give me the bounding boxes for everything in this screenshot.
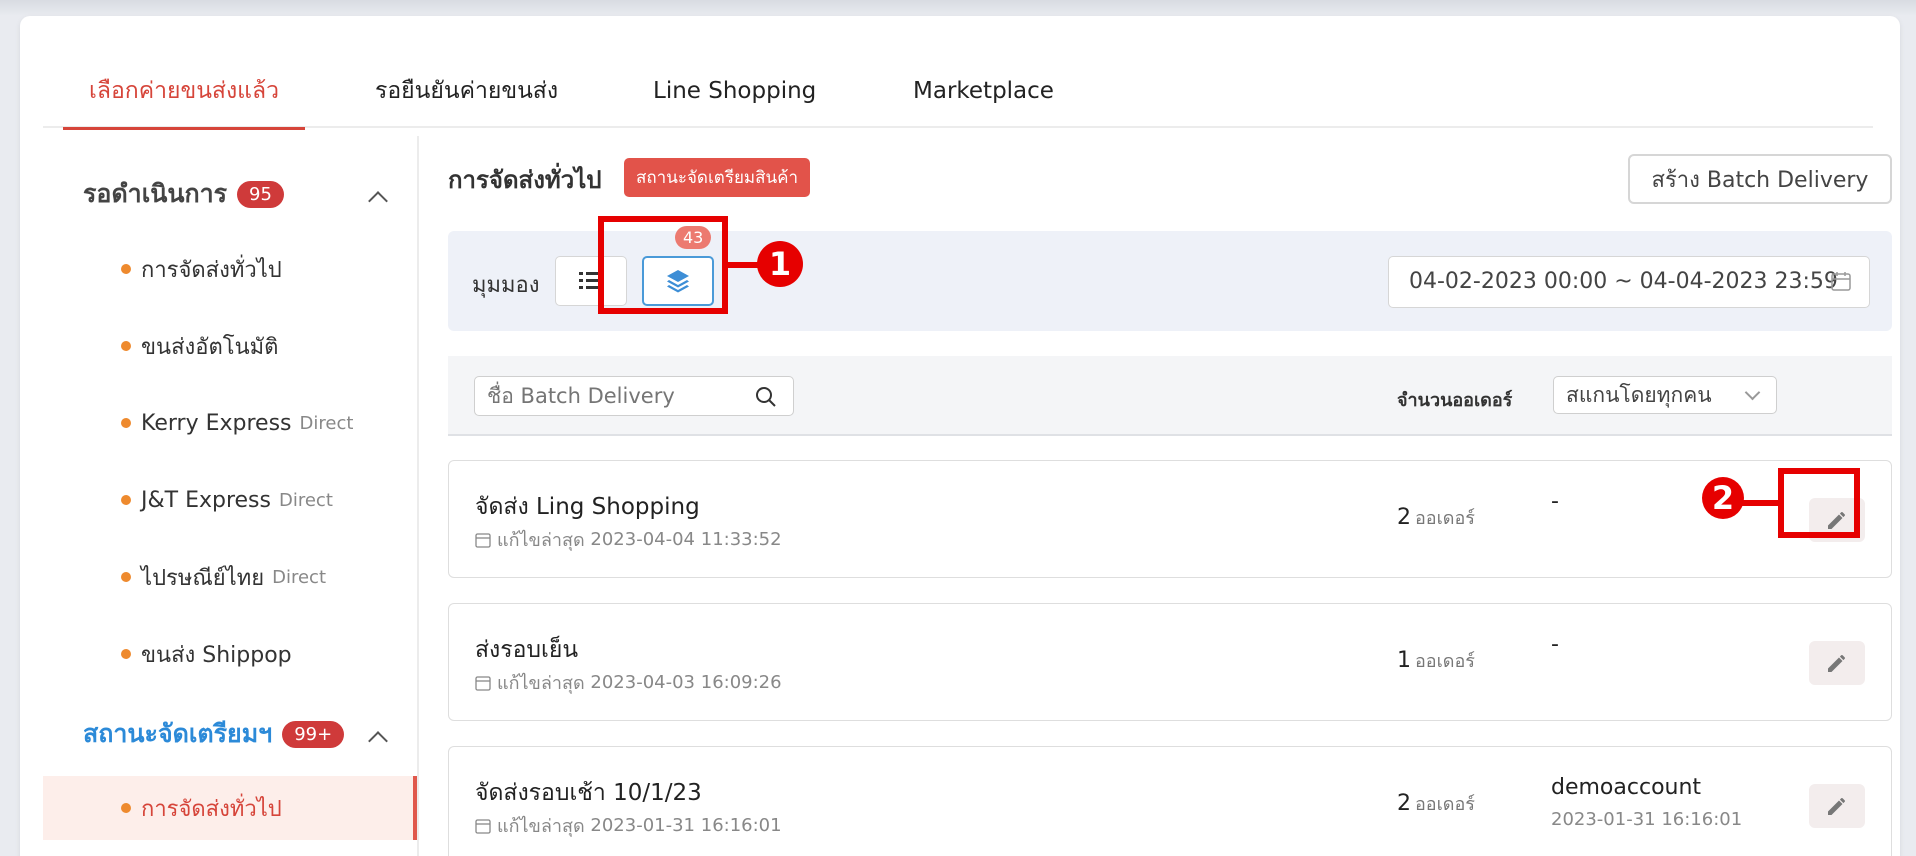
sidebar-group-preparing[interactable]: สถานะจัดเตรียมฯ 99+ bbox=[83, 714, 345, 754]
tab-awaiting-carrier[interactable]: รอยืนยันค่ายขนส่ง bbox=[375, 60, 558, 128]
dot-icon bbox=[121, 495, 131, 505]
edit-button[interactable] bbox=[1809, 784, 1865, 828]
sidebar-group-label: รอดำเนินการ bbox=[83, 179, 228, 208]
annotation-line-2 bbox=[1742, 500, 1778, 506]
batch-updated: แก้ไขล่าสุด 2023-04-03 16:09:26 bbox=[475, 668, 782, 697]
sidebar-item-sub: Direct bbox=[278, 489, 333, 511]
scan-by-select[interactable]: สแกนโดยทุกคน bbox=[1553, 376, 1777, 414]
sidebar-item-label: ขนส่งอัตโนมัติ bbox=[141, 334, 279, 360]
updated-time: 2023-01-31 16:16:01 bbox=[590, 815, 782, 836]
scanned-by-time: 2023-01-31 16:16:01 bbox=[1551, 809, 1743, 830]
sidebar-item-label: J&T Express bbox=[141, 487, 271, 513]
edit-button[interactable] bbox=[1809, 641, 1865, 685]
chevron-down-icon bbox=[1744, 384, 1761, 401]
view-label: มุมมอง bbox=[472, 273, 540, 298]
scan-by-value: สแกนโดยทุกคน bbox=[1566, 383, 1712, 407]
scanned-by: - bbox=[1551, 489, 1559, 514]
sidebar-item-sub: Direct bbox=[299, 412, 354, 434]
sidebar-item-label: การจัดส่งทั่วไป bbox=[141, 257, 282, 283]
updated-prefix: แก้ไขล่าสุด bbox=[497, 816, 585, 837]
sidebar-group-pending[interactable]: รอดำเนินการ 95 bbox=[83, 174, 284, 214]
status-badge: สถานะจัดเตรียมสินค้า bbox=[624, 158, 811, 197]
table-row[interactable]: ส่งรอบเย็น แก้ไขล่าสุด 2023-04-03 16:09:… bbox=[448, 603, 1892, 721]
calendar-icon bbox=[475, 818, 491, 834]
pencil-icon bbox=[1828, 655, 1845, 672]
batch-name: จัดส่ง Ling Shopping bbox=[475, 494, 700, 520]
sidebar-item-general[interactable]: การจัดส่งทั่วไป bbox=[43, 237, 417, 301]
create-batch-button[interactable]: สร้าง Batch Delivery bbox=[1628, 154, 1892, 204]
main-card: เลือกค่ายขนส่งแล้ว รอยืนยันค่ายขนส่ง Lin… bbox=[20, 16, 1900, 856]
date-range-value: 04-02-2023 00:00 ~ 04-04-2023 23:59 bbox=[1409, 269, 1838, 294]
order-count: 2 ออเดอร์ bbox=[1397, 789, 1475, 818]
pending-count-badge: 95 bbox=[237, 180, 284, 208]
batch-name: จัดส่งรอบเช้า 10/1/23 bbox=[475, 780, 702, 806]
calendar-icon bbox=[1831, 272, 1851, 291]
search-input[interactable] bbox=[475, 377, 745, 415]
sidebar-item-auto[interactable]: ขนส่งอัตโนมัติ bbox=[43, 314, 417, 378]
annotation-number-1: 1 bbox=[757, 241, 803, 287]
chevron-up-icon[interactable] bbox=[368, 191, 388, 211]
calendar-icon bbox=[475, 532, 491, 548]
chevron-up-icon[interactable] bbox=[368, 731, 388, 751]
order-count-value: 2 bbox=[1397, 791, 1411, 816]
annotation-box-2 bbox=[1778, 468, 1860, 538]
tab-marketplace[interactable]: Marketplace bbox=[913, 60, 1054, 128]
sidebar-item-sub: Direct bbox=[272, 566, 327, 588]
order-count-label: จำนวนออเดอร์ bbox=[1397, 390, 1513, 411]
dot-icon bbox=[121, 264, 131, 274]
tab-line-shopping[interactable]: Line Shopping bbox=[653, 60, 816, 128]
dot-icon bbox=[121, 418, 131, 428]
batch-updated: แก้ไขล่าสุด 2023-04-04 11:33:52 bbox=[475, 525, 782, 554]
batch-name: ส่งรอบเย็น bbox=[475, 637, 579, 663]
order-unit: ออเดอร์ bbox=[1415, 651, 1475, 672]
order-count: 2 ออเดอร์ bbox=[1397, 503, 1475, 532]
annotation-number-2: 2 bbox=[1702, 477, 1744, 519]
order-unit: ออเดอร์ bbox=[1415, 794, 1475, 815]
preparing-count-badge: 99+ bbox=[282, 720, 345, 748]
search-icon[interactable] bbox=[755, 386, 777, 408]
updated-time: 2023-04-03 16:09:26 bbox=[590, 672, 782, 693]
sidebar-item-thaipost[interactable]: ไปรษณีย์ไทย Direct bbox=[43, 545, 417, 609]
sidebar-item-label: ขนส่ง Shippop bbox=[141, 642, 292, 668]
pencil-icon bbox=[1828, 798, 1845, 815]
sidebar-item-label: ไปรษณีย์ไทย bbox=[141, 565, 265, 591]
page-title: การจัดส่งทั่วไป bbox=[448, 166, 602, 194]
sidebar: รอดำเนินการ 95 การจัดส่งทั่วไป ขนส่งอัตโ… bbox=[43, 136, 419, 856]
updated-prefix: แก้ไขล่าสุด bbox=[497, 673, 585, 694]
table-row[interactable]: จัดส่งรอบเช้า 10/1/23 แก้ไขล่าสุด 2023-0… bbox=[448, 746, 1892, 856]
sidebar-item-general-active[interactable]: การจัดส่งทั่วไป bbox=[43, 776, 417, 840]
dot-icon bbox=[121, 803, 131, 813]
sidebar-item-label: การจัดส่งทั่วไป bbox=[141, 796, 282, 822]
sidebar-item-jt[interactable]: J&T Express Direct bbox=[43, 468, 417, 532]
batch-updated: แก้ไขล่าสุด 2023-01-31 16:16:01 bbox=[475, 811, 782, 840]
updated-prefix: แก้ไขล่าสุด bbox=[497, 530, 585, 551]
scanned-by: - bbox=[1551, 632, 1559, 657]
filter-bar: จำนวนออเดอร์ สแกนโดยทุกคน bbox=[448, 356, 1892, 436]
updated-time: 2023-04-04 11:33:52 bbox=[590, 529, 782, 550]
dot-icon bbox=[121, 341, 131, 351]
tab-selected-carrier[interactable]: เลือกค่ายขนส่งแล้ว bbox=[62, 60, 306, 130]
sidebar-item-kerry[interactable]: Kerry Express Direct bbox=[43, 391, 417, 455]
annotation-box-1 bbox=[598, 216, 728, 314]
table-row[interactable]: จัดส่ง Ling Shopping แก้ไขล่าสุด 2023-04… bbox=[448, 460, 1892, 578]
dot-icon bbox=[121, 572, 131, 582]
search-box bbox=[474, 376, 794, 416]
order-count: 1 ออเดอร์ bbox=[1397, 646, 1475, 675]
sidebar-group-label: สถานะจัดเตรียมฯ bbox=[83, 719, 273, 748]
sidebar-item-label: Kerry Express bbox=[141, 410, 292, 436]
sidebar-item-shippop[interactable]: ขนส่ง Shippop bbox=[43, 622, 417, 686]
scanned-by: demoaccount bbox=[1551, 775, 1702, 800]
calendar-icon bbox=[475, 675, 491, 691]
top-tabs: เลือกค่ายขนส่งแล้ว รอยืนยันค่ายขนส่ง Lin… bbox=[43, 60, 1873, 130]
order-count-value: 2 bbox=[1397, 505, 1411, 530]
top-shadow bbox=[0, 0, 1916, 16]
dot-icon bbox=[121, 649, 131, 659]
date-range-picker[interactable]: 04-02-2023 00:00 ~ 04-04-2023 23:59 bbox=[1388, 256, 1870, 308]
order-unit: ออเดอร์ bbox=[1415, 508, 1475, 529]
annotation-line-1 bbox=[728, 262, 760, 268]
order-count-value: 1 bbox=[1397, 648, 1411, 673]
